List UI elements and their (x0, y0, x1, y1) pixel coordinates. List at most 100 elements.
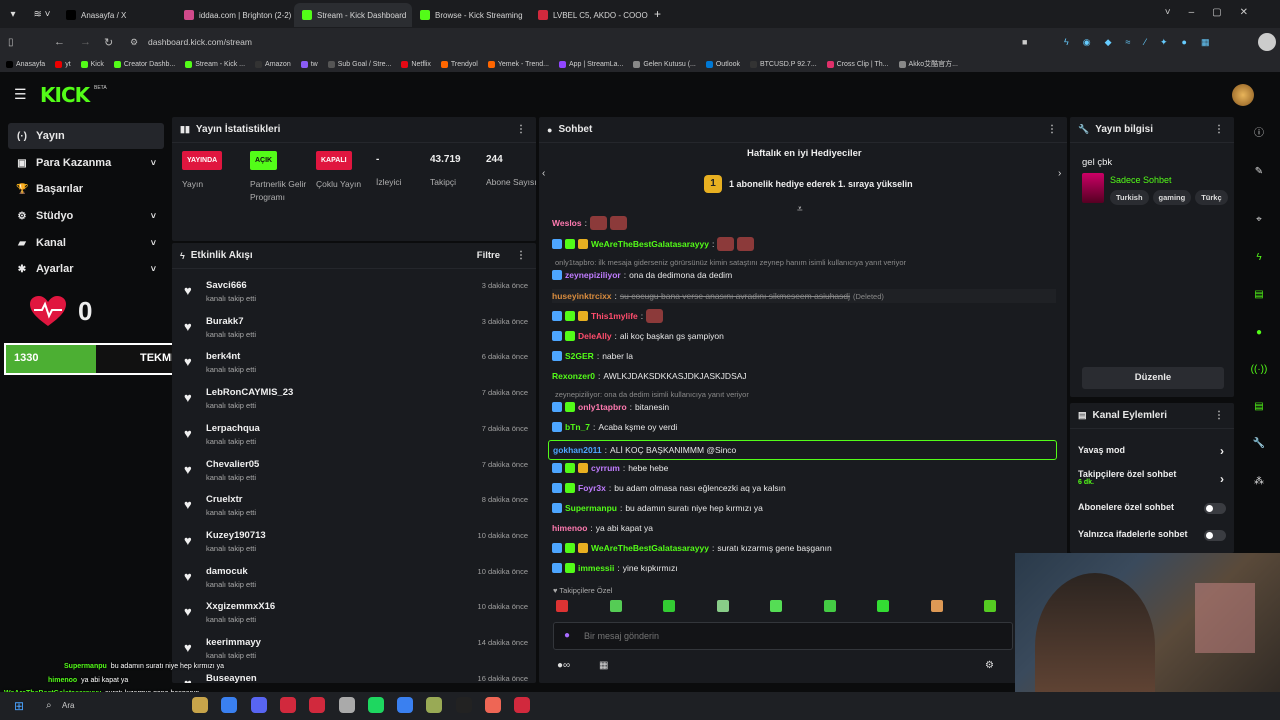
gifters-prev-icon[interactable]: ‹ (542, 168, 545, 179)
chevron-right-icon[interactable]: › (1220, 472, 1224, 486)
taskbar-app-icon[interactable] (367, 697, 384, 713)
chat-settings-icon[interactable]: ⚙ (985, 660, 994, 671)
extensions-icons[interactable]: ϟ◉◆≈⁄✦●▦ (1064, 37, 1223, 48)
bookmark-item[interactable]: Anasayfa (6, 60, 45, 68)
taskbar-app-icon[interactable] (221, 697, 238, 713)
chat-username[interactable]: immessii (578, 563, 614, 573)
chat-username[interactable]: Rexonzer0 (552, 371, 595, 381)
chat-message[interactable]: WeAreTheBestGalatasarayyy: suratı kızarmı… (552, 541, 1052, 555)
chat-username[interactable]: Foyr3x (578, 483, 606, 493)
bookmark-item[interactable]: BTCUSD.P 92.7... (749, 60, 817, 68)
chevron-down-icon[interactable]: ˅ (151, 158, 156, 168)
wrench-icon[interactable]: 🔧 (1250, 435, 1268, 453)
chat-message[interactable]: WeAreTheBestGalatasarayyy: (552, 237, 1052, 251)
chat-username[interactable]: DeleAlly (578, 331, 612, 341)
bookmark-item[interactable]: Outlook (705, 60, 740, 68)
emote-icon[interactable] (823, 600, 836, 612)
mic-icon[interactable]: ● (564, 630, 570, 641)
bookmark-item[interactable]: Gelen Kutusu (... (633, 60, 696, 68)
bookmark-item[interactable]: Netflix (401, 60, 431, 68)
stream-tag[interactable]: Türkç (1195, 190, 1228, 205)
channel-action-item[interactable]: Yavaş mod › (1078, 444, 1224, 458)
sidebar-item[interactable]: 🏆 Başarılar (8, 176, 164, 202)
layers-icon[interactable]: ▤ (1250, 398, 1268, 416)
sidebar-item[interactable]: ⚙ Stüdyo ˅ (8, 203, 164, 229)
follower-name[interactable]: Savci666 (206, 280, 247, 291)
emote-icon[interactable] (930, 600, 943, 612)
chat-input-box[interactable]: ● (553, 622, 1013, 650)
taskbar-app-icon[interactable] (279, 697, 296, 713)
forward-icon[interactable]: → (80, 36, 91, 48)
taskbar-app-icon[interactable] (426, 697, 443, 713)
emote-row[interactable] (556, 600, 996, 616)
browser-tab[interactable]: Browse - Kick Streaming (412, 3, 530, 27)
emote-icon[interactable] (556, 600, 568, 612)
site-info-icon[interactable]: ⚙ (130, 37, 138, 48)
info-icon[interactable]: ⓘ (1250, 125, 1268, 143)
profile-avatar[interactable] (1258, 33, 1276, 51)
bookmark-item[interactable]: Yemek - Trend... (487, 60, 549, 68)
bookmark-item[interactable]: Amazon (255, 60, 291, 68)
chevron-down-icon[interactable]: ˅ (151, 238, 156, 248)
stream-info-menu-icon[interactable]: ⋮ (1214, 124, 1224, 135)
emote-icon[interactable] (609, 600, 622, 612)
sidebar-item[interactable]: (·) Yayın (8, 123, 164, 149)
chat-message[interactable]: Foyr3x: bu adam olmasa nası eğlencezki aq… (552, 481, 1052, 495)
hamburger-icon[interactable]: ☰ (14, 86, 27, 103)
follower-name[interactable]: Chevalier05 (206, 459, 259, 470)
user-avatar[interactable] (1232, 84, 1254, 106)
stream-tag[interactable]: Turkish (1110, 190, 1149, 205)
sidebar-item[interactable]: ▣ Para Kazanma ˅ (8, 150, 164, 176)
windows-start-icon[interactable]: ⊞ (14, 699, 24, 713)
taskbar-app-icon[interactable] (250, 697, 267, 713)
chat-username[interactable]: himenoo (552, 523, 587, 533)
chat-message[interactable]: immessii: yine kıpkırmızı (552, 561, 1052, 575)
browser-tab[interactable]: Anasayfa / X (58, 3, 176, 27)
browser-tab[interactable]: Stream - Kick Dashboard (294, 3, 412, 27)
emote-icon[interactable] (663, 600, 675, 612)
bolt-icon[interactable]: ϟ (1250, 249, 1268, 267)
bookmark-item[interactable]: App | StreamLa... (558, 60, 623, 68)
follower-name[interactable]: berk4nt (206, 351, 240, 362)
emoji-picker-icon[interactable]: ●∞ (557, 660, 570, 671)
browser-menu-icon[interactable]: ▾ (0, 9, 26, 20)
back-icon[interactable]: ← (54, 36, 65, 48)
chevron-down-icon[interactable]: ˅ (151, 264, 156, 274)
taskbar-search-icon[interactable]: ⌕ (46, 700, 52, 711)
follower-name[interactable]: Burakk7 (206, 316, 244, 327)
follower-name[interactable]: Buseaynen (206, 673, 257, 683)
follower-name[interactable]: Cruelxtr (206, 494, 242, 505)
bookmark-item[interactable]: Stream - Kick ... (185, 60, 245, 68)
follower-name[interactable]: Kuzey190713 (206, 530, 266, 541)
reload-icon[interactable]: ↻ (104, 36, 113, 49)
bookmark-item[interactable]: Sub Goal / Stre... (327, 60, 391, 68)
sidebar-item[interactable]: ✱ Ayarlar ˅ (8, 256, 164, 282)
chat-username[interactable]: zeynepiziliyor (565, 270, 621, 280)
chat-message[interactable]: himenoo: ya abi kapat ya (552, 521, 1052, 535)
url-field[interactable]: dashboard.kick.com/stream (148, 37, 252, 47)
store-icon[interactable]: ▦ (599, 660, 608, 671)
window-controls[interactable]: ˅–▢✕ (1165, 7, 1266, 18)
chat-menu-icon[interactable]: ⋮ (1047, 124, 1057, 135)
category-name[interactable]: Sadece Sohbet (1110, 175, 1172, 185)
chat-message[interactable]: only1tapbro: bitanesin (552, 400, 1052, 414)
emote-icon[interactable] (716, 600, 729, 612)
pencil-icon[interactable]: ✎ (1250, 163, 1268, 181)
chat-message[interactable]: This1mylife: (552, 309, 1052, 323)
follower-name[interactable]: damocuk (206, 566, 248, 577)
bookmark-item[interactable]: Kick (80, 60, 104, 68)
people-icon[interactable]: ⁂ (1250, 473, 1268, 491)
browser-tab[interactable]: LVBEL C5, AKDO - COOOK (530, 3, 648, 27)
chat-message[interactable]: S2GER: naber la (552, 349, 1052, 363)
bookmark-item[interactable]: Akko艾酷官方... (898, 59, 958, 69)
chat-message[interactable]: Supermanpu: bu adamın suratı niye hep kır… (552, 501, 1052, 515)
chat-username[interactable]: cyrrum (591, 463, 620, 473)
taskbar-app-icon[interactable] (192, 697, 208, 713)
chevron-right-icon[interactable]: › (1220, 444, 1224, 458)
chat-message[interactable]: huseyinktrcixx: su cocugu bana verse anas… (552, 289, 1056, 303)
gifters-next-icon[interactable]: › (1058, 168, 1061, 179)
follower-name[interactable]: keerimmayy (206, 637, 261, 648)
follower-name[interactable]: Lerpachqua (206, 423, 260, 434)
kick-logo[interactable]: KICK (40, 83, 90, 107)
emote-icon[interactable] (984, 600, 996, 612)
